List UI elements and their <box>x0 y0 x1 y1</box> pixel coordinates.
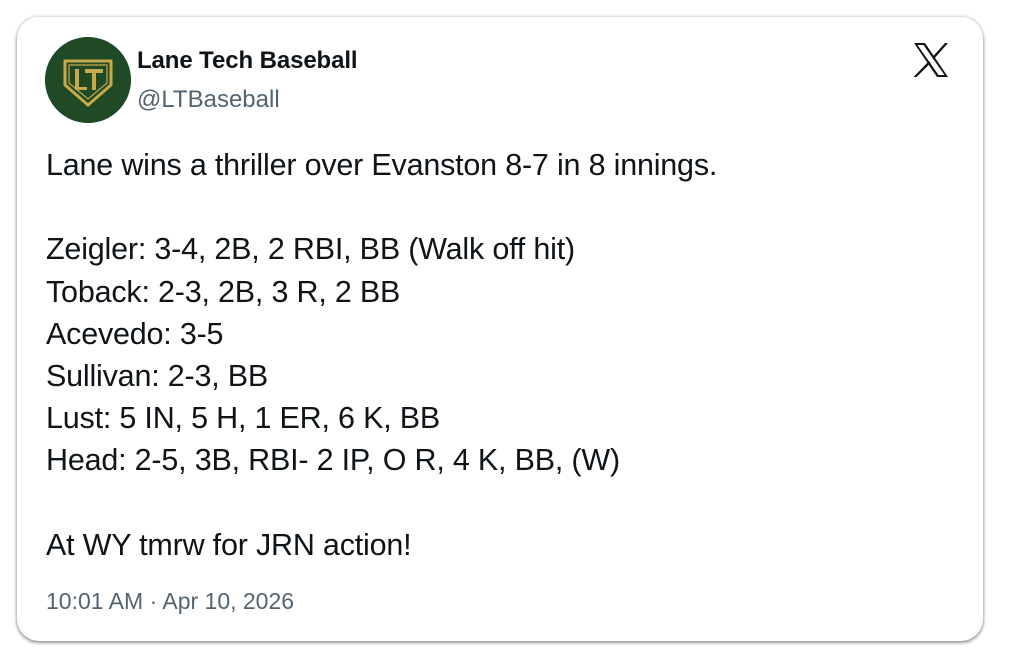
tweet-line: At WY tmrw for JRN action! <box>46 527 412 562</box>
tweet-line: Acevedo: 3-5 <box>46 316 224 351</box>
tweet-line: Lust: 5 IN, 5 H, 1 ER, 6 K, BB <box>46 401 441 436</box>
tweet-line: Zeigler: 3-4, 2B, 2 RBI, BB (Walk off hi… <box>46 232 575 267</box>
avatar[interactable] <box>45 37 131 123</box>
paragraph-break <box>46 482 966 524</box>
tweet-line: Lane wins a thriller over Evanston 8-7 i… <box>46 148 718 182</box>
tweet-card: Lane Tech Baseball @LTBaseball Lane wins… <box>17 17 983 641</box>
tweet-line: Head: 2-5, 3B, RBI- 2 IP, O R, 4 K, BB, … <box>46 443 620 478</box>
lt-logo-icon <box>45 37 131 123</box>
author-handle[interactable]: @LTBaseball <box>137 86 280 114</box>
tweet-line: Toback: 2-3, 2B, 3 R, 2 BB <box>46 274 401 309</box>
paragraph-break <box>46 186 966 228</box>
x-logo-icon[interactable] <box>912 42 950 78</box>
tweet-line: Sullivan: 2-3, BB <box>46 358 269 393</box>
tweet-timestamp[interactable]: 10:01 AM · Apr 10, 2026 <box>46 588 294 615</box>
author-display-name[interactable]: Lane Tech Baseball <box>137 47 358 75</box>
tweet-text: Lane wins a thriller over Evanston 8-7 i… <box>46 144 966 566</box>
